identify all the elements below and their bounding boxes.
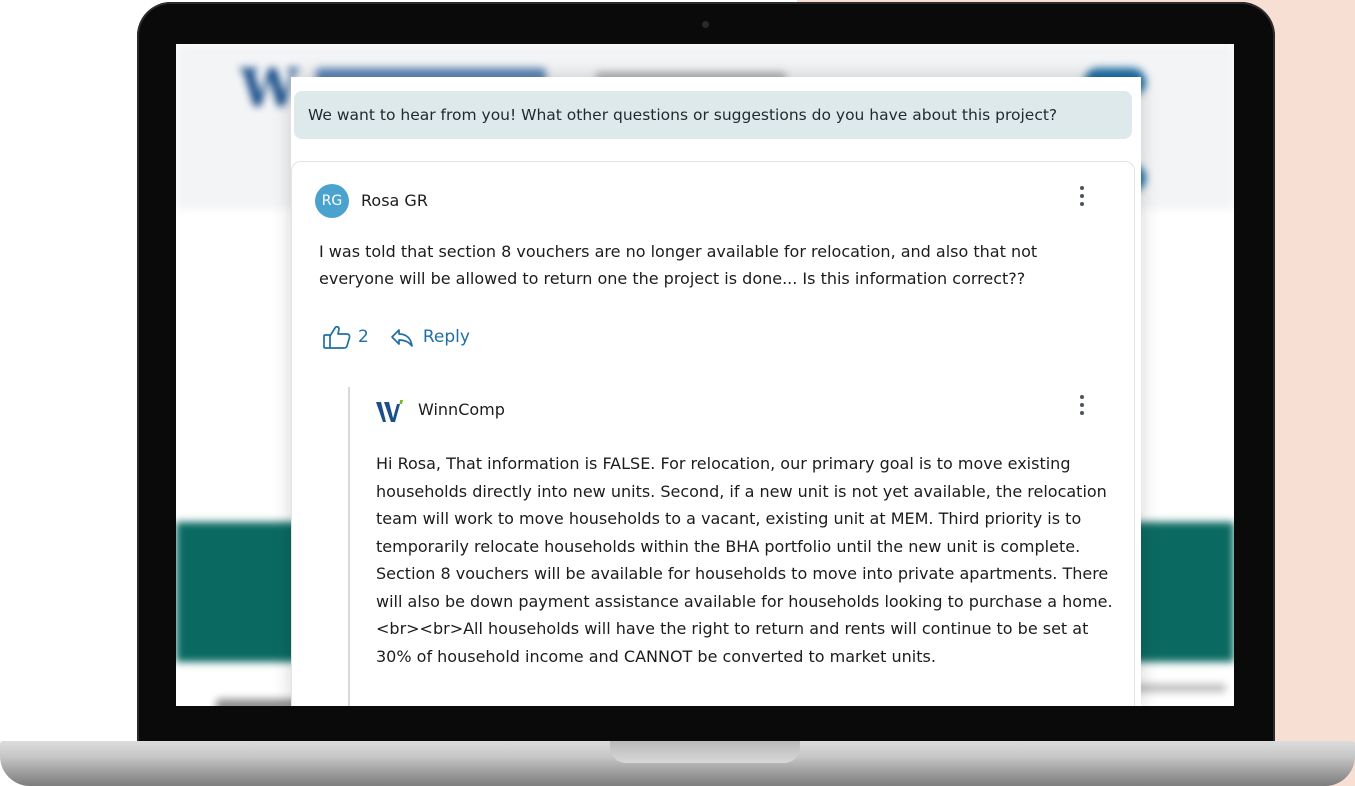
reply-thread-line [348, 387, 350, 706]
like-button[interactable]: 2 [322, 324, 389, 350]
like-count: 2 [358, 327, 369, 347]
reply-label: Reply [422, 327, 470, 347]
reply-author-name: WinnComp [418, 400, 505, 419]
winncompanies-logo-icon [376, 400, 403, 422]
comment-kebab-menu-icon[interactable] [1072, 184, 1092, 212]
laptop-base-notch [610, 741, 800, 763]
reply-arrow-icon [390, 329, 413, 347]
avatar: RG [315, 184, 349, 218]
laptop-screen: W We want to hear from you! What other q… [176, 44, 1234, 706]
comment-author-name: Rosa GR [361, 191, 428, 210]
reply-kebab-menu-icon[interactable] [1072, 393, 1092, 421]
question-banner: We want to hear from you! What other que… [294, 91, 1132, 139]
marketing-stage: W We want to hear from you! What other q… [0, 0, 1355, 786]
reply-body: Hi Rosa, That information is FALSE. For … [376, 454, 1113, 666]
blurred-logo-icon: W [240, 58, 299, 119]
comment-actions: 2 Reply [322, 322, 470, 352]
comment-panel: We want to hear from you! What other que… [291, 77, 1141, 706]
comment-body: I was told that section 8 vouchers are n… [319, 242, 1038, 288]
camera-dot [702, 21, 709, 28]
reply-button[interactable]: Reply [389, 326, 470, 348]
comment-card: RG Rosa GR I was told that section 8 vou… [291, 161, 1135, 706]
thumbs-up-icon [323, 325, 351, 349]
blurred-side-text [1126, 684, 1226, 692]
